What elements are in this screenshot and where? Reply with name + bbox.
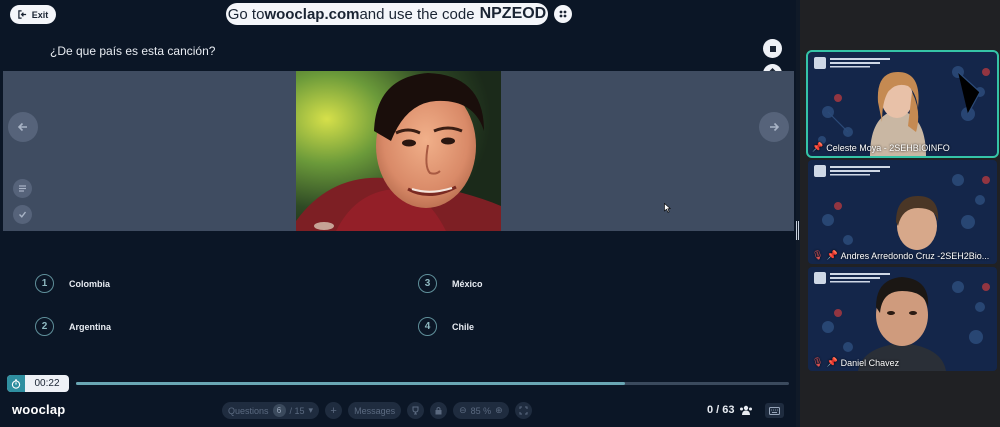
participant-name-tag: 🎙 📌 Daniel Chavez — [812, 357, 899, 368]
answer-number: 1 — [35, 274, 54, 293]
questions-selector[interactable]: Questions 6 / 15 ▾ — [222, 402, 320, 419]
timer-value: 00:22 — [34, 378, 60, 389]
chevron-down-icon: ▾ — [308, 405, 314, 415]
answer-option-1: 1 Colombia — [35, 274, 110, 293]
mouse-cursor — [664, 203, 671, 213]
timer-progress-fill — [76, 382, 625, 385]
keyboard-button[interactable] — [765, 403, 784, 418]
fullscreen-button[interactable] — [514, 402, 532, 419]
trophy-icon — [412, 406, 419, 415]
answer-label: Chile — [452, 321, 475, 332]
answer-option-4: 4 Chile — [418, 317, 474, 336]
exit-label: Exit — [31, 9, 49, 20]
next-button[interactable] — [759, 112, 789, 142]
side-icons — [13, 179, 32, 231]
join-code-banner: Go to wooclap.com and use the code NPZEO… — [226, 3, 548, 25]
panel-resize-handle[interactable] — [796, 221, 799, 240]
keyboard-icon — [769, 406, 780, 415]
video-tile-3[interactable]: 🎙 📌 Daniel Chavez — [808, 267, 997, 371]
answer-number: 3 — [418, 274, 437, 293]
banner-middle: and use the code — [359, 5, 475, 23]
people-icon — [739, 405, 752, 415]
question-total: / 15 — [289, 405, 305, 416]
join-code: NPZEOD — [479, 5, 547, 22]
lock-icon — [435, 407, 442, 415]
arrow-left-icon — [17, 122, 27, 132]
pin-icon: 📌 — [812, 142, 824, 152]
messages-label: Messages — [354, 405, 396, 416]
zoom-level: 85 % — [470, 405, 492, 416]
media-area — [3, 71, 794, 231]
arrow-right-icon — [770, 122, 780, 132]
answer-label: Argentina — [69, 321, 112, 332]
zoom-control: ⊖ 85 % ⊕ — [453, 402, 509, 419]
video-feed — [808, 52, 997, 156]
zoom-out-icon[interactable]: ⊖ — [459, 405, 467, 416]
leaderboard-button[interactable] — [407, 402, 425, 419]
answer-option-3: 3 México — [418, 274, 483, 293]
exit-button[interactable]: Exit — [10, 5, 56, 24]
plus-icon: + — [330, 404, 337, 417]
participant-name-tag: 📌 Celeste Moya - 2SEHBIOINFO — [812, 142, 950, 153]
answer-label: Colombia — [69, 278, 111, 289]
participants-value: 0 / 63 — [707, 404, 735, 416]
check-icon — [19, 211, 27, 218]
pin-icon: 📌 — [826, 250, 838, 260]
answer-label: México — [452, 278, 483, 289]
questions-label: Questions — [228, 405, 269, 416]
stop-icon — [769, 45, 776, 52]
grid-menu-icon — [559, 10, 567, 18]
pin-icon: 📌 — [826, 357, 838, 367]
participant-name: Celeste Moya - 2SEHBIOINFO — [826, 142, 950, 153]
correct-answer-button[interactable] — [13, 205, 32, 224]
app-window: Exit Go to wooclap.com and use the code … — [0, 0, 1000, 427]
stop-button[interactable] — [763, 39, 782, 58]
answer-number: 2 — [35, 317, 54, 336]
previous-button[interactable] — [8, 112, 38, 142]
mic-off-icon: 🎙 — [812, 357, 824, 367]
exit-icon — [18, 10, 26, 19]
messages-button[interactable]: Messages — [348, 402, 402, 419]
question-current: 6 — [272, 404, 286, 417]
banner-prefix: Go to — [227, 5, 265, 23]
video-tile-2[interactable]: 🎙 📌 Andres Arredondo Cruz -2SEH2Bio... — [808, 160, 997, 264]
answer-option-2: 2 Argentina — [35, 317, 111, 336]
add-question-button[interactable]: + — [325, 402, 343, 419]
list-icon — [19, 185, 26, 192]
bottom-toolbar: Questions 6 / 15 ▾ + Messages ⊖ 85 % ⊕ — [222, 401, 532, 420]
results-button[interactable] — [13, 179, 32, 198]
video-tile-1[interactable]: 📌 Celeste Moya - 2SEHBIOINFO — [806, 50, 999, 158]
banner-menu-button[interactable] — [554, 5, 572, 23]
lock-button[interactable] — [430, 402, 448, 419]
timer-progress-bar — [76, 382, 789, 385]
participant-name: Andres Arredondo Cruz -2SEH2Bio... — [840, 250, 990, 261]
mic-off-icon: 🎙 — [812, 250, 824, 260]
stopwatch-icon — [7, 375, 25, 392]
timer[interactable]: 00:22 — [7, 375, 69, 392]
presentation-area: Exit Go to wooclap.com and use the code … — [0, 0, 797, 427]
answer-number: 4 — [418, 317, 437, 336]
participant-name-tag: 🎙 📌 Andres Arredondo Cruz -2SEH2Bio... — [812, 250, 989, 261]
question-text: ¿De que país es esta canción? — [50, 44, 216, 58]
zoom-in-icon[interactable]: ⊕ — [495, 405, 503, 416]
wooclap-logo: wooclap — [12, 402, 66, 417]
banner-site: wooclap.com — [264, 5, 360, 23]
question-image — [296, 71, 501, 231]
video-feed — [808, 267, 997, 371]
participants-count: 0 / 63 — [707, 404, 753, 416]
participant-name: Daniel Chavez — [840, 357, 900, 368]
video-feed — [808, 160, 997, 264]
fullscreen-icon — [519, 406, 528, 415]
